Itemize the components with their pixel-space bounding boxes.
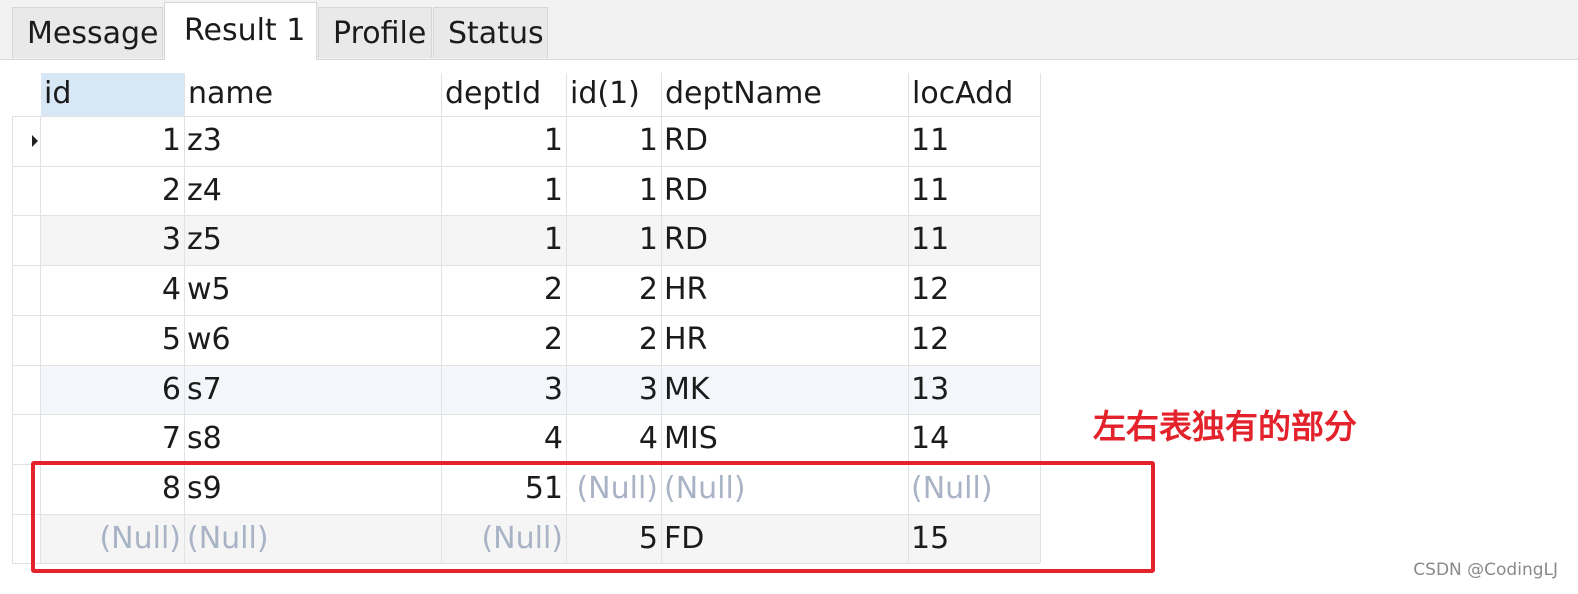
cell-deptname[interactable]: MK bbox=[662, 365, 909, 415]
cell-id[interactable]: 3 bbox=[41, 215, 185, 265]
tab-result-1[interactable]: Result 1 bbox=[164, 2, 317, 60]
cell-deptid[interactable]: 2 bbox=[442, 265, 567, 315]
cell-name[interactable]: z5 bbox=[185, 215, 442, 265]
cell-deptid[interactable]: 1 bbox=[442, 215, 567, 265]
cell-deptname[interactable]: RD bbox=[662, 166, 909, 216]
column-header-deptid[interactable]: deptId bbox=[442, 73, 567, 116]
cell-locadd[interactable]: 12 bbox=[909, 315, 1040, 365]
cell-deptname[interactable]: RD bbox=[662, 215, 909, 265]
cell-locadd[interactable]: 11 bbox=[909, 166, 1040, 216]
cell-id-1[interactable]: 4 bbox=[567, 414, 662, 464]
cell-locadd[interactable]: 14 bbox=[909, 414, 1040, 464]
cell-id[interactable]: 6 bbox=[41, 365, 185, 415]
annotation-highlight-box bbox=[31, 461, 1155, 573]
cell-deptid[interactable]: 4 bbox=[442, 414, 567, 464]
cell-deptid[interactable]: 2 bbox=[442, 315, 567, 365]
cell-deptname[interactable]: MIS bbox=[662, 414, 909, 464]
column-header-id-1[interactable]: id(1) bbox=[567, 73, 662, 116]
cell-deptname[interactable]: HR bbox=[662, 315, 909, 365]
cell-deptid[interactable]: 1 bbox=[442, 166, 567, 216]
cell-id-1[interactable]: 1 bbox=[567, 166, 662, 216]
cell-id[interactable]: 2 bbox=[41, 166, 185, 216]
tab-status[interactable]: Status bbox=[433, 7, 548, 58]
column-header-name[interactable]: name bbox=[185, 73, 442, 116]
cell-name[interactable]: z4 bbox=[185, 166, 442, 216]
cell-id[interactable]: 5 bbox=[41, 315, 185, 365]
cell-id-1[interactable]: 2 bbox=[567, 265, 662, 315]
cell-name[interactable]: w6 bbox=[185, 315, 442, 365]
column-header-locadd[interactable]: locAdd bbox=[909, 73, 1040, 116]
cell-id-1[interactable]: 1 bbox=[567, 215, 662, 265]
cell-id[interactable]: 4 bbox=[41, 265, 185, 315]
cell-deptid[interactable]: 3 bbox=[442, 365, 567, 415]
cell-locadd[interactable]: 12 bbox=[909, 265, 1040, 315]
cell-deptname[interactable]: RD bbox=[662, 116, 909, 166]
column-header-deptname[interactable]: deptName bbox=[662, 73, 909, 116]
cell-deptname[interactable]: HR bbox=[662, 265, 909, 315]
cell-deptid[interactable]: 1 bbox=[442, 116, 567, 166]
grid-column-divider bbox=[12, 116, 13, 564]
cell-name[interactable]: z3 bbox=[185, 116, 442, 166]
cell-name[interactable]: s8 bbox=[185, 414, 442, 464]
cell-name[interactable]: w5 bbox=[185, 265, 442, 315]
cell-id[interactable]: 1 bbox=[41, 116, 185, 166]
cell-locadd[interactable]: 11 bbox=[909, 116, 1040, 166]
cell-id-1[interactable]: 1 bbox=[567, 116, 662, 166]
cell-locadd[interactable]: 13 bbox=[909, 365, 1040, 415]
cell-locadd[interactable]: 11 bbox=[909, 215, 1040, 265]
watermark: CSDN @CodingLJ bbox=[1413, 560, 1558, 580]
cell-id-1[interactable]: 3 bbox=[567, 365, 662, 415]
current-row-indicator-icon bbox=[32, 134, 38, 147]
tab-profile[interactable]: Profile bbox=[318, 7, 432, 58]
cell-name[interactable]: s7 bbox=[185, 365, 442, 415]
result-tabs: Message Result 1 Profile Status bbox=[0, 0, 1578, 60]
column-header-id[interactable]: id bbox=[41, 73, 185, 116]
tab-message[interactable]: Message bbox=[12, 7, 163, 58]
cell-id-1[interactable]: 2 bbox=[567, 315, 662, 365]
cell-id[interactable]: 7 bbox=[41, 414, 185, 464]
annotation-label: 左右表独有的部分 bbox=[1093, 407, 1357, 446]
